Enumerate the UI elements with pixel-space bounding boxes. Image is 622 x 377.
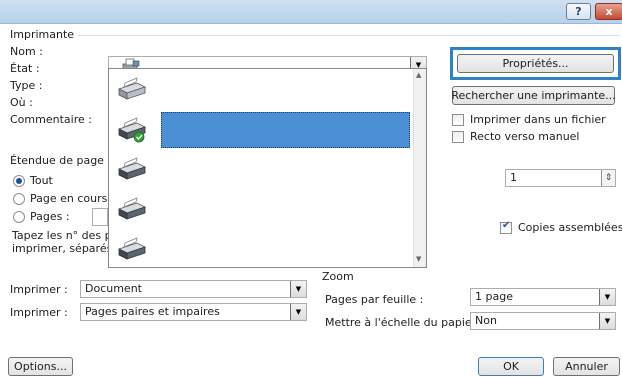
print-pages-label: Imprimer : (10, 306, 68, 319)
scroll-down-icon[interactable]: ▼ (416, 255, 421, 263)
printer-dropdown-list[interactable]: ▲ ▼ (108, 68, 427, 268)
print-pages-select[interactable]: Pages paires et impaires ▼ (80, 303, 307, 321)
manual-duplex-label: Recto verso manuel (470, 130, 580, 143)
printer-icon (117, 197, 147, 220)
selection-highlight (161, 112, 410, 148)
collate-checkbox[interactable] (500, 220, 512, 234)
find-printer-button[interactable]: Rechercher une imprimante... (451, 86, 616, 105)
chevron-down-icon[interactable]: ▼ (290, 304, 306, 320)
scale-value: Non (475, 314, 497, 327)
chevron-down-icon[interactable]: ▼ (599, 313, 615, 329)
type-label: Type : (10, 79, 43, 92)
all-pages-label: Tout (30, 174, 53, 187)
printer-list-item[interactable] (109, 71, 414, 107)
default-printer-icon (117, 117, 147, 143)
close-button[interactable]: x (595, 3, 622, 20)
scale-label: Mettre à l'échelle du papier : (325, 316, 484, 329)
copies-input[interactable]: 1 ⇕ (505, 169, 616, 187)
ok-button[interactable]: OK (478, 357, 544, 376)
pages-input[interactable] (92, 208, 108, 226)
zoom-title: Zoom (322, 270, 354, 283)
printer-icon (117, 157, 147, 180)
comment-label: Commentaire : (10, 113, 92, 126)
status-label: État : (10, 62, 40, 75)
pages-per-sheet-value: 1 page (475, 290, 513, 303)
where-label: Où : (10, 96, 33, 109)
chevron-down-icon[interactable]: ▼ (599, 289, 615, 305)
pages-label: Pages : (30, 210, 70, 223)
printer-list-item[interactable] (109, 231, 414, 267)
print-to-file-checkbox[interactable] (452, 114, 464, 126)
collate-label: Copies assemblées (518, 221, 622, 234)
pages-per-sheet-label: Pages par feuille : (325, 293, 424, 306)
current-page-radio[interactable] (13, 193, 25, 205)
printer-list-item-selected[interactable] (109, 111, 414, 148)
print-to-file-label: Imprimer dans un fichier (470, 113, 606, 126)
print-what-select[interactable]: Document ▼ (80, 280, 307, 298)
scroll-up-icon[interactable]: ▲ (416, 71, 421, 79)
chevron-down-icon[interactable]: ▼ (290, 281, 306, 297)
page-range-title: Étendue de page (10, 154, 104, 167)
title-bar: ? x (0, 0, 622, 24)
pages-radio[interactable] (13, 211, 25, 223)
printer-icon (117, 237, 147, 260)
group-divider (78, 35, 620, 36)
options-button[interactable]: Options... (8, 357, 73, 376)
print-dialog: ? x Imprimante Nom : État : Type : Où : … (0, 0, 622, 377)
printer-icon (117, 77, 147, 100)
print-what-label: Imprimer : (10, 283, 68, 296)
properties-button[interactable]: Propriétés... (457, 54, 614, 73)
cancel-button[interactable]: Annuler (553, 357, 620, 376)
help-button[interactable]: ? (566, 3, 591, 20)
all-pages-radio[interactable] (13, 175, 25, 187)
name-label: Nom : (10, 45, 43, 58)
list-scrollbar[interactable]: ▲ ▼ (413, 69, 426, 267)
page-range-hint: Tapez les n° des p (12, 229, 108, 242)
printer-group-title: Imprimante (10, 28, 75, 41)
print-what-value: Document (85, 282, 142, 295)
scale-select[interactable]: Non ▼ (470, 312, 616, 330)
page-range-hint-2: imprimer, séparés (12, 242, 108, 255)
current-page-label: Page en cours (30, 192, 108, 205)
pages-per-sheet-select[interactable]: 1 page ▼ (470, 288, 616, 306)
manual-duplex-checkbox[interactable] (452, 131, 464, 143)
printer-list-item[interactable] (109, 151, 414, 187)
printer-list-item[interactable] (109, 191, 414, 227)
copies-spinner[interactable]: ⇕ (601, 170, 615, 186)
copies-value: 1 (510, 171, 517, 184)
print-pages-value: Pages paires et impaires (85, 305, 220, 318)
